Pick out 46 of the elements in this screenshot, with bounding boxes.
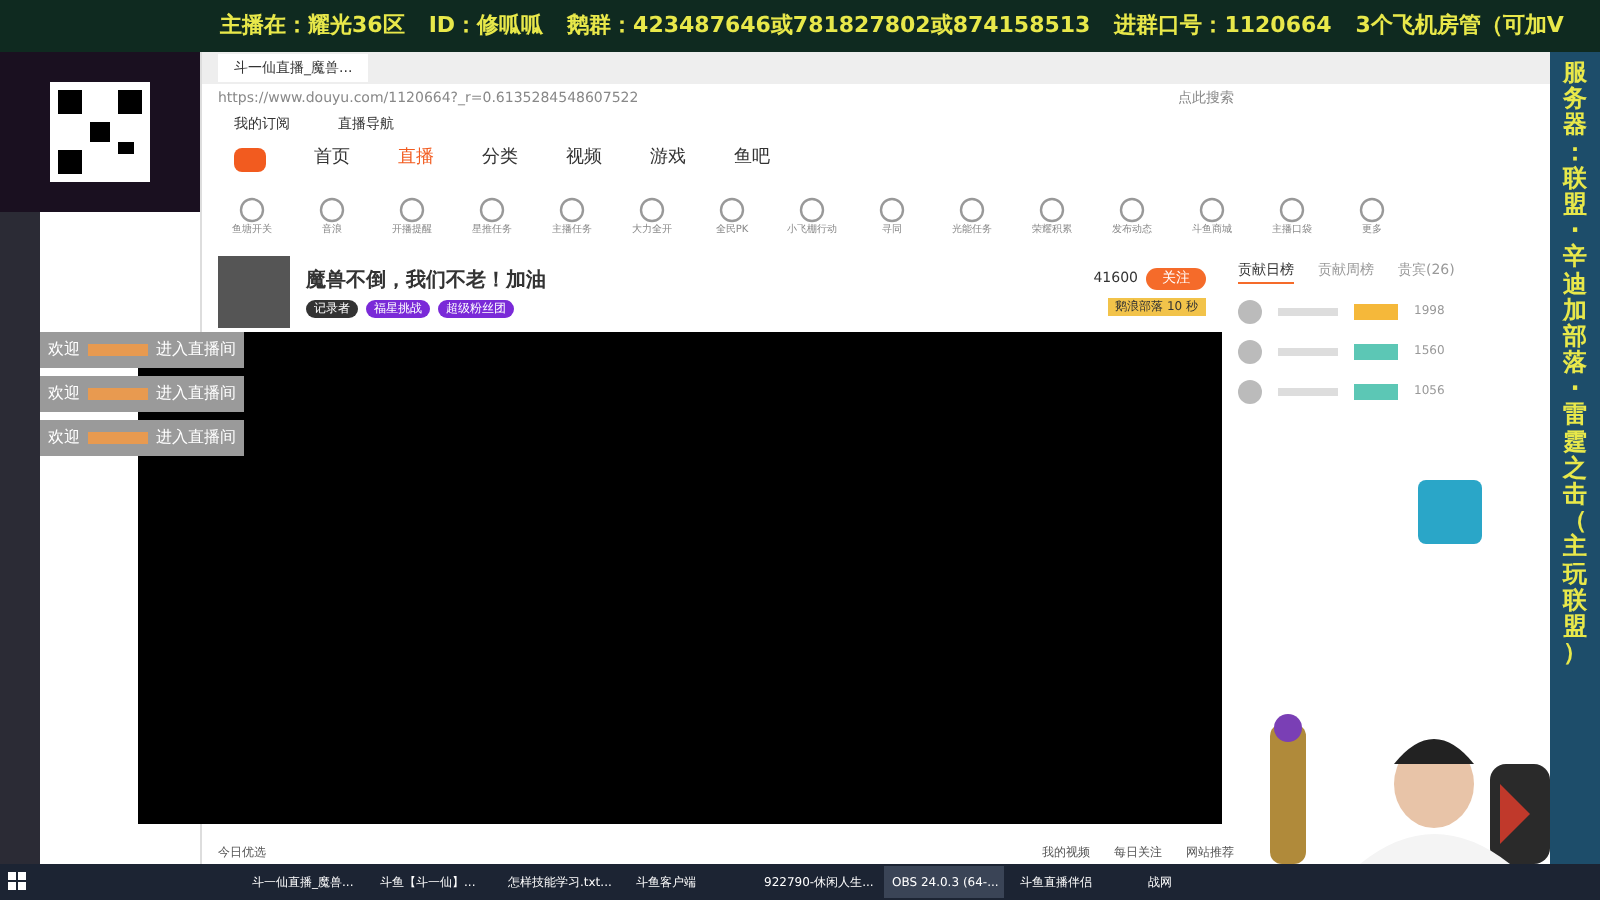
name-bar [1278,307,1338,315]
side-banner-text: 服务器：联盟·辛迪加部落·雷霆之击（主玩联盟） [1562,60,1588,667]
welcome-text: 进入直播间 [156,382,236,406]
nav-item[interactable]: 游戏 [650,146,686,174]
banner-text: 鹅群：423487646或781827802或874158513 [567,9,1091,42]
qr-code-icon [50,82,150,182]
nav-item[interactable]: 首页 [314,146,350,174]
banner-text: 进群口号：1120664 [1114,9,1332,42]
toolbar-icon [958,196,986,225]
level-badge [1354,343,1398,359]
nav-item[interactable]: 视频 [566,146,602,174]
nav-item[interactable]: 鱼吧 [734,146,770,174]
toolbar-icon [878,196,906,225]
level-badge [1354,303,1398,319]
toolbar-icon [318,196,346,225]
toolbar-icon [638,196,666,225]
nav-item[interactable]: 直播 [398,146,434,174]
toolbar-icon [238,196,266,225]
welcome-text: 进入直播间 [156,338,236,362]
promo-icon[interactable] [1418,479,1482,543]
user-avatar [1238,299,1262,323]
name-bar [1278,387,1338,395]
toolbar-icon [798,196,826,225]
nav-item[interactable]: 分类 [482,146,518,174]
toolbar-icon [718,196,746,225]
welcome-text: 进入直播间 [156,426,236,450]
banner-text: 3个飞机房管（可加V [1355,9,1564,42]
toolbar-icon [1278,196,1306,225]
toolbar-icon [1358,196,1386,225]
avatar [218,256,290,328]
toolbar-icon [558,196,586,225]
room-title: 魔兽不倒，我们不老！加油 [306,266,548,296]
toolbar-icon [478,196,506,225]
toolbar-icon [1118,196,1146,225]
user-avatar [1238,379,1262,403]
name-bar [1278,347,1338,355]
banner-text: 主播在：耀光36区 [220,9,405,42]
welcome-text: 欢迎 [48,426,80,450]
level-badge [1354,383,1398,399]
user-avatar [1238,339,1262,363]
welcome-text: 欢迎 [48,382,80,406]
toolbar-icon [1038,196,1066,225]
banner-text: ID：修呱呱 [428,9,544,42]
toolbar-icon [1198,196,1226,225]
welcome-text: 欢迎 [48,338,80,362]
toolbar-icon [398,196,426,225]
